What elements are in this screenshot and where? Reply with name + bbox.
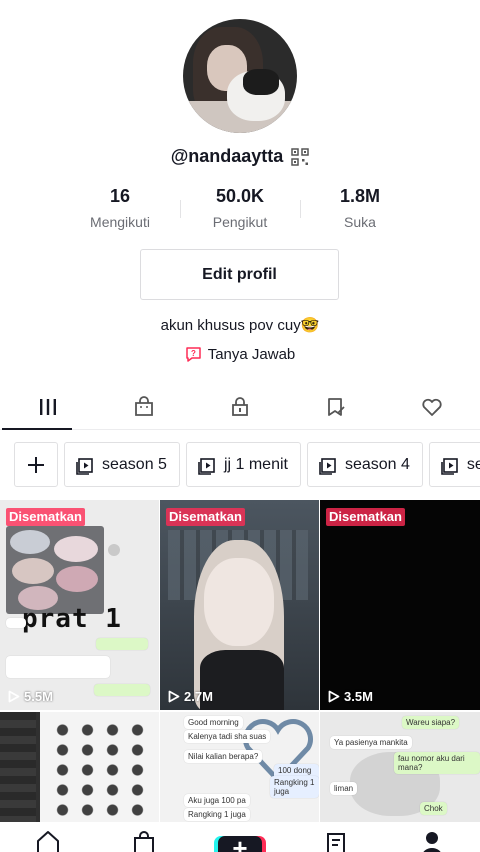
view-count: 2.7M — [168, 689, 213, 704]
playlist-icon — [441, 457, 458, 475]
shop-icon — [134, 831, 154, 852]
playlist-label: jj 1 menit — [223, 455, 288, 473]
qa-label: Tanya Jawab — [207, 346, 296, 363]
chat-message: Wareu siapa? — [402, 716, 460, 729]
chat-message: Chok — [420, 802, 447, 815]
view-count: 3.5M — [328, 689, 373, 704]
video-thumbnail[interactable]: Good morning Kalenya tadi sha suas Nilai… — [160, 712, 319, 822]
inbox-icon — [327, 833, 345, 852]
view-count: 5.5M — [8, 689, 53, 704]
profile-tabs — [0, 384, 480, 430]
video-thumbnail[interactable]: Disematkan 3.5M — [320, 500, 480, 710]
chat-message: Kalenya tadi sha suas — [184, 730, 271, 743]
tab-shop[interactable] — [96, 384, 192, 429]
chat-message: fau nomor aku dari mana? — [394, 752, 480, 774]
playlist-bar: season 5 jj 1 menit season 4 se — [0, 442, 480, 488]
playlist-icon — [319, 457, 336, 475]
tab-saved[interactable] — [288, 384, 384, 429]
playlist-label: season 5 — [102, 455, 167, 473]
profile-bio: akun khusus pov cuy🤓 — [160, 317, 320, 334]
stat-followers[interactable]: 50.0K Pengikut — [180, 186, 300, 232]
playlist-partial[interactable]: se — [428, 442, 480, 487]
tab-liked[interactable] — [384, 384, 480, 429]
playlist-label: season 4 — [344, 455, 410, 473]
bookmark-icon — [328, 397, 345, 416]
playlist-icon — [76, 457, 93, 475]
chat-message: Ya pasienya mankita — [330, 736, 412, 749]
nav-inbox[interactable] — [306, 822, 366, 852]
nav-home[interactable] — [18, 822, 78, 852]
play-icon — [328, 690, 340, 703]
video-thumbnail[interactable]: Disematkan 2.7M — [160, 500, 319, 710]
playlist-season4[interactable]: season 4 — [306, 442, 423, 487]
stat-value: 50.0K — [215, 186, 265, 206]
chat-message: Nilai kalian berapa? — [184, 750, 263, 763]
add-playlist-button[interactable] — [14, 442, 58, 487]
stat-value: 16 — [109, 186, 131, 206]
chat-message: Rangking 1 juga — [270, 776, 319, 798]
chat-message: Good morning — [184, 716, 243, 729]
stat-label: Suka — [344, 214, 376, 230]
macaron-image — [6, 526, 104, 614]
heart-icon — [422, 398, 442, 416]
playlist-label: se — [466, 455, 480, 473]
view-count-value: 3.5M — [344, 689, 373, 704]
stat-likes[interactable]: 1.8M Suka — [300, 186, 420, 232]
lock-icon — [232, 396, 248, 416]
nav-profile[interactable] — [402, 822, 462, 852]
sticker-pattern — [50, 720, 150, 818]
chat-message: liman — [330, 782, 358, 795]
chat-message: Aku juga 100 pa — [184, 794, 250, 807]
profile-icon — [423, 832, 441, 852]
playlist-season5[interactable]: season 5 — [64, 442, 180, 487]
tab-private[interactable] — [192, 384, 288, 429]
question-bubble-icon: ? — [185, 346, 202, 363]
profile-avatar[interactable] — [183, 19, 297, 133]
home-icon — [37, 831, 59, 852]
playlist-jj1menit[interactable]: jj 1 menit — [185, 442, 301, 487]
stat-following[interactable]: 16 Mengikuti — [60, 186, 180, 232]
pinned-badge: Disematkan — [6, 508, 85, 526]
stat-label: Pengikut — [212, 214, 268, 230]
video-thumbnail[interactable] — [0, 712, 159, 822]
video-thumbnail[interactable]: prat 1 Disematkan 5.5M — [0, 500, 159, 710]
pinned-badge: Disematkan — [326, 508, 405, 526]
play-icon — [168, 690, 180, 703]
username: @nandaaytta — [170, 146, 284, 166]
qr-code-icon[interactable] — [291, 147, 310, 166]
video-caption: prat 1 — [22, 604, 122, 634]
grid-icon — [40, 398, 56, 415]
nav-create[interactable]: + — [210, 822, 270, 852]
chat-message: Rangking 1 juga — [184, 808, 250, 821]
video-grid: prat 1 Disematkan 5.5M Disematkan 2.7M D… — [0, 500, 480, 822]
video-thumbnail[interactable]: Wareu siapa? Ya pasienya mankita fau nom… — [320, 712, 480, 822]
qa-link[interactable]: ? Tanya Jawab — [0, 346, 480, 363]
pinned-badge: Disematkan — [166, 508, 245, 526]
nav-shop[interactable] — [114, 822, 174, 852]
username-row: @nandaaytta — [0, 146, 480, 167]
playlist-icon — [198, 457, 215, 475]
edit-profile-button[interactable]: Edit profil — [140, 249, 339, 300]
create-plus-icon: + — [214, 828, 266, 852]
play-icon — [8, 690, 20, 703]
stat-value: 1.8M — [339, 186, 381, 206]
svg-text:?: ? — [191, 349, 196, 358]
view-count-value: 2.7M — [184, 689, 213, 704]
bottom-nav: + — [0, 822, 480, 852]
stat-label: Mengikuti — [90, 214, 150, 230]
tab-videos[interactable] — [0, 384, 96, 430]
view-count-value: 5.5M — [24, 689, 53, 704]
shopping-bag-icon — [135, 395, 153, 416]
plus-icon — [28, 456, 44, 473]
profile-stats: 16 Mengikuti 50.0K Pengikut 1.8M Suka — [60, 186, 420, 232]
